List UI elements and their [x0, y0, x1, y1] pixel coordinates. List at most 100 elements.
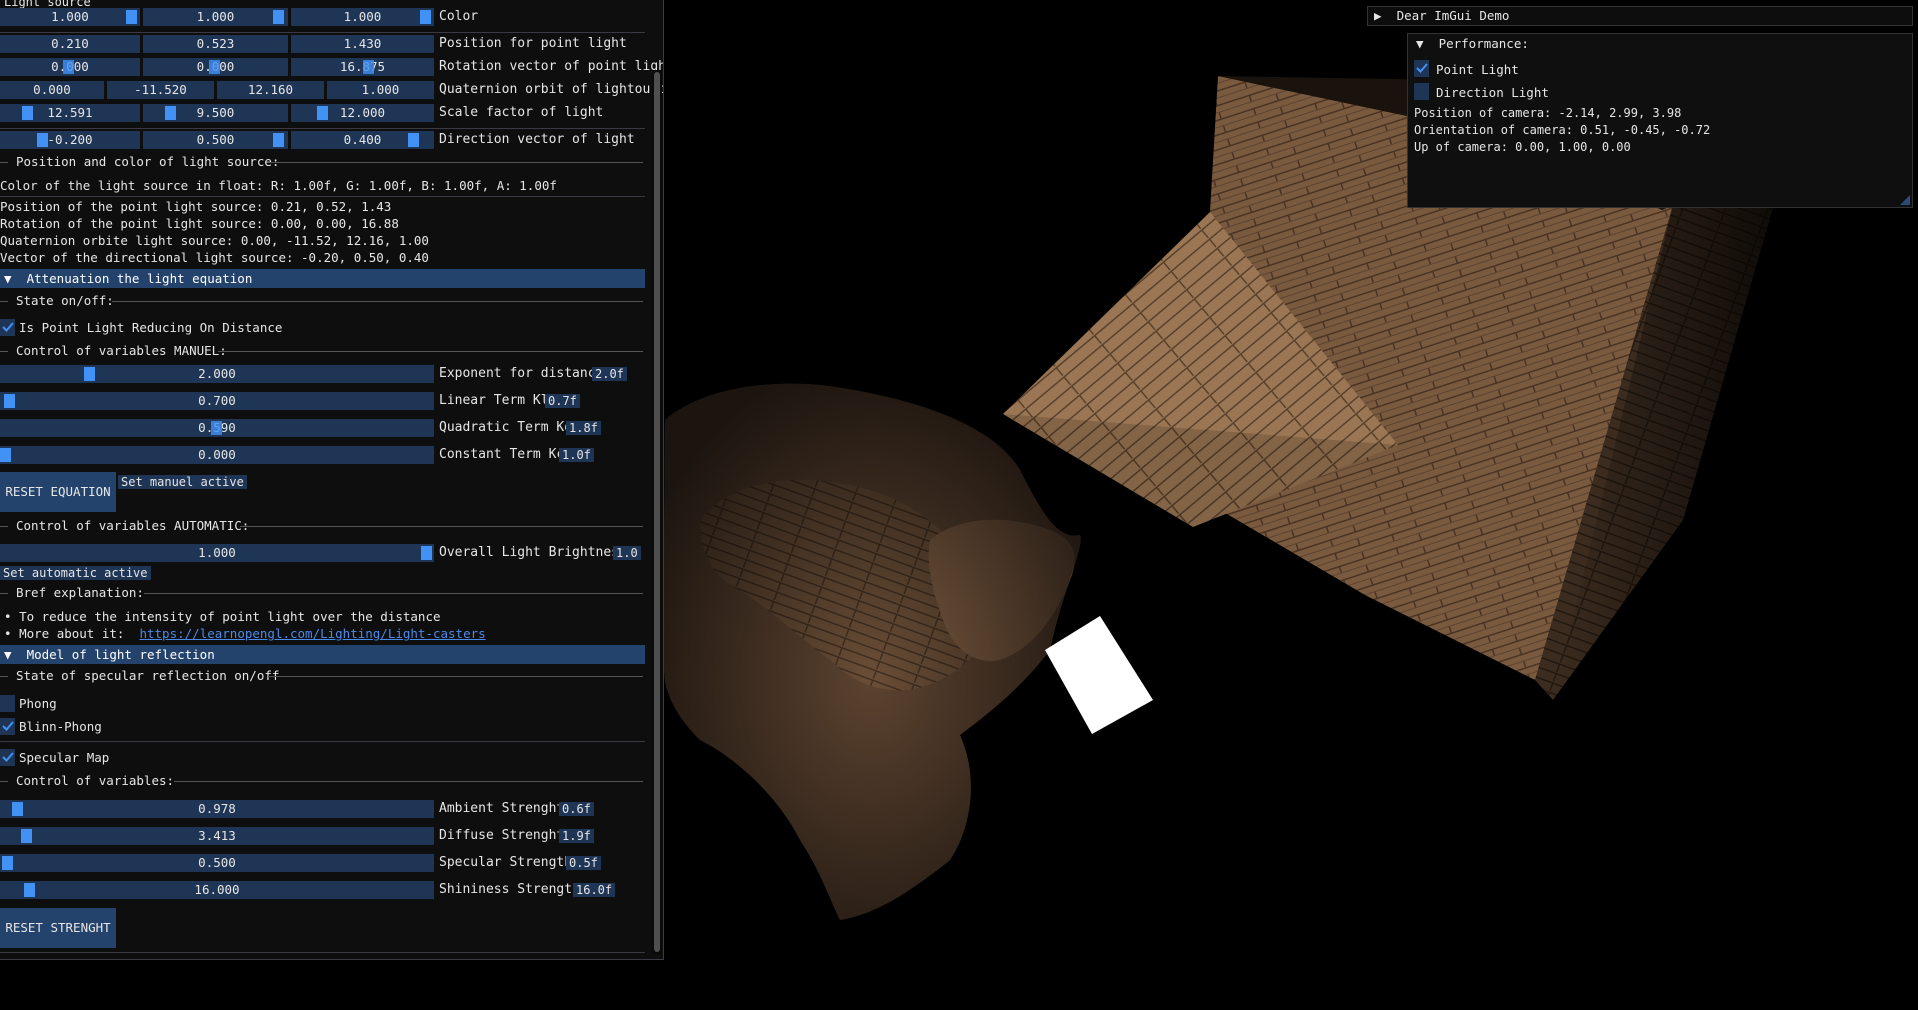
shininess-label: Shininess Strength:	[439, 882, 588, 897]
diffuse-label: Diffuse Strenght:	[439, 828, 573, 843]
ambient-slider[interactable]: 0.978	[0, 800, 434, 818]
info-color: Color of the light source in float: R: 1…	[0, 178, 557, 193]
bullet-reduce-intensity: • To reduce the intensity of point light…	[4, 609, 441, 624]
quat-w-drag[interactable]: 0.000	[0, 81, 104, 99]
reset-equation-button[interactable]: RESET EQUATION	[0, 472, 116, 512]
direction-z-slider[interactable]: 0.400	[291, 131, 434, 149]
rotation-y-slider[interactable]: 0.000	[143, 58, 288, 76]
specular-slider[interactable]: 0.500	[0, 854, 434, 872]
info-position: Position of the point light source: 0.21…	[0, 199, 392, 214]
scale-x-slider[interactable]: 12.591	[0, 104, 140, 122]
divider	[0, 128, 645, 129]
direction-light-label: Direction Light	[1436, 85, 1549, 100]
shininess-tag: 16.0f	[573, 883, 616, 897]
quaternion-label: Quaternion orbit of lightource	[439, 82, 664, 97]
quat-y-drag[interactable]: 12.160	[217, 81, 324, 99]
info-rotation: Rotation of the point light source: 0.00…	[0, 216, 399, 231]
constant-label: Constant Term Kc:	[439, 447, 573, 462]
direction-label: Direction vector of light	[439, 132, 635, 147]
diffuse-slider[interactable]: 3.413	[0, 827, 434, 845]
position-color-separator: Position and color of light source:	[0, 153, 645, 173]
position-x-drag[interactable]: 0.210	[0, 35, 140, 53]
camera-orientation: Orientation of camera: 0.51, -0.45, -0.7…	[1414, 123, 1711, 137]
panel-scrollbar-thumb[interactable]	[654, 72, 660, 952]
exponent-label: Exponent for distance:	[439, 366, 612, 381]
scale-y-slider[interactable]: 9.500	[143, 104, 288, 122]
phong-checkbox[interactable]	[0, 695, 15, 712]
direction-x-slider[interactable]: -0.200	[0, 131, 140, 149]
constant-tag: 1.0f	[559, 448, 594, 462]
state-separator: State on/off:	[0, 292, 645, 312]
automatic-separator: Control of variables AUTOMATIC:	[0, 517, 645, 537]
imgui-demo-window[interactable]: ▶ Dear ImGui Demo	[1367, 6, 1913, 26]
point-light-label: Point Light	[1436, 62, 1519, 77]
resize-grip-icon[interactable]	[1900, 195, 1910, 205]
reflection-header[interactable]: ▼ Model of light reflection	[0, 645, 645, 664]
monkey-model	[663, 383, 1081, 920]
rotation-z-slider[interactable]: 16.875	[291, 58, 434, 76]
ambient-tag: 0.6f	[559, 802, 594, 816]
light-source-cube	[1045, 616, 1153, 734]
imgui-control-panel: Light source 1.000 1.000 1.000 Color 0.2…	[0, 0, 664, 960]
quat-z-drag[interactable]: 1.000	[327, 81, 434, 99]
set-automatic-active[interactable]: Set automatic active	[0, 566, 151, 580]
direction-light-checkbox[interactable]	[1414, 83, 1429, 100]
position-y-drag[interactable]: 0.523	[143, 35, 288, 53]
linear-tag: 0.7f	[545, 394, 580, 408]
ambient-label: Ambient Strenght:	[439, 801, 573, 816]
brightness-slider[interactable]: 1.000	[0, 544, 434, 562]
divider	[0, 32, 645, 33]
scale-z-slider[interactable]: 12.000	[291, 104, 434, 122]
info-vector: Vector of the directional light source: …	[0, 250, 429, 265]
quadratic-tag: 1.8f	[566, 421, 601, 435]
position-label: Position for point light	[439, 36, 627, 51]
camera-position: Position of camera: -2.14, 2.99, 3.98	[1414, 106, 1682, 120]
explanation-separator: Bref explanation:	[0, 584, 645, 604]
brightness-tag: 1.0	[613, 546, 641, 560]
color-b-slider[interactable]: 1.000	[291, 8, 434, 26]
rotation-label: Rotation vector of point light	[439, 59, 664, 74]
specular-tag: 0.5f	[566, 856, 601, 870]
camera-up: Up of camera: 0.00, 1.00, 0.00	[1414, 140, 1631, 154]
phong-label: Phong	[19, 696, 57, 711]
quadratic-slider[interactable]: 0.590	[0, 419, 434, 437]
learnopengl-link[interactable]: https://learnopengl.com/Lighting/Light-c…	[139, 626, 485, 641]
exponent-tag: 2.0f	[592, 367, 627, 381]
attenuation-header[interactable]: ▼ Attenuation the light equation	[0, 269, 645, 288]
info-quaternion: Quaternion orbite light source: 0.00, -1…	[0, 233, 429, 248]
performance-header[interactable]: ▼ Performance:	[1416, 36, 1529, 52]
bullet-more-about: • More about it: https://learnopengl.com…	[4, 626, 486, 641]
exponent-slider[interactable]: 2.000	[0, 365, 434, 383]
reset-strength-button[interactable]: RESET STRENGHT	[0, 908, 116, 948]
control-separator: Control of variables:	[0, 772, 645, 792]
diffuse-tag: 1.9f	[559, 829, 594, 843]
direction-y-slider[interactable]: 0.500	[143, 131, 288, 149]
scale-label: Scale factor of light	[439, 105, 604, 120]
specular-map-checkbox[interactable]	[0, 749, 15, 766]
position-z-drag[interactable]: 1.430	[291, 35, 434, 53]
quat-x-drag[interactable]: -11.520	[107, 81, 214, 99]
color-g-slider[interactable]: 1.000	[143, 8, 288, 26]
quadratic-label: Quadratic Term Kq:	[439, 420, 580, 435]
point-light-reducing-checkbox[interactable]	[0, 319, 15, 336]
blinn-phong-checkbox[interactable]	[0, 718, 15, 735]
specular-label: Specular Strength:	[439, 855, 580, 870]
linear-slider[interactable]: 0.700	[0, 392, 434, 410]
point-light-reducing-label: Is Point Light Reducing On Distance	[19, 320, 283, 335]
divider	[0, 952, 645, 953]
color-r-slider[interactable]: 1.000	[0, 8, 140, 26]
performance-window: ▼ Performance: Point Light Direction Lig…	[1407, 33, 1913, 208]
point-light-checkbox[interactable]	[1414, 60, 1429, 77]
rotation-x-slider[interactable]: 0.000	[0, 58, 140, 76]
set-manual-active[interactable]: Set manuel active	[118, 475, 247, 489]
shininess-slider[interactable]: 16.000	[0, 881, 434, 899]
specular-state-separator: State of specular reflection on/off	[0, 667, 645, 687]
divider	[0, 196, 645, 197]
manual-separator: Control of variables MANUEL:	[0, 342, 645, 362]
linear-label: Linear Term Kl:	[439, 393, 557, 408]
constant-slider[interactable]: 0.000	[0, 446, 434, 464]
divider	[0, 741, 645, 742]
demo-title: Dear ImGui Demo	[1396, 8, 1510, 23]
color-label: Color	[439, 9, 479, 24]
specular-map-label: Specular Map	[19, 750, 110, 765]
